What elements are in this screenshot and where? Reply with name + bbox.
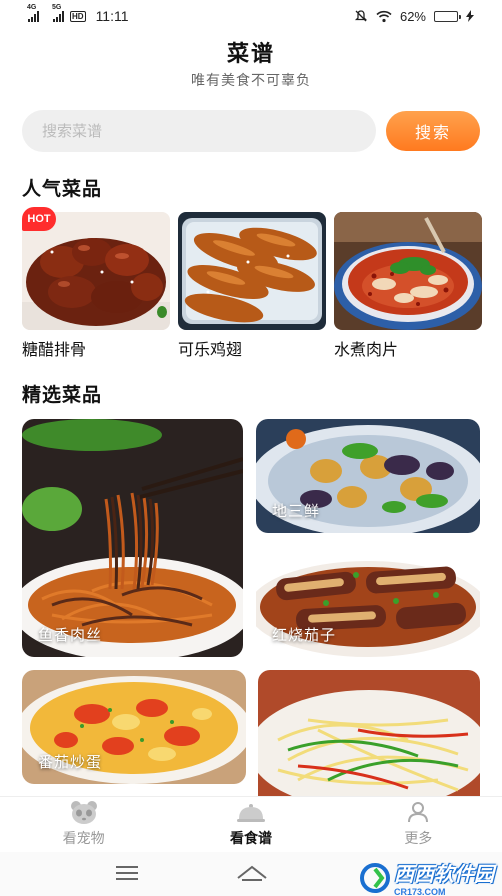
nav-label: 看宠物: [62, 830, 105, 846]
dish-image: [178, 212, 326, 330]
search-button[interactable]: 搜索: [386, 111, 480, 151]
featured-card-tomato-egg[interactable]: 番茄炒蛋: [22, 670, 246, 784]
dish-image: [334, 212, 482, 330]
nav-tab-pets[interactable]: 看宠物: [0, 797, 167, 852]
nav-label: 更多: [404, 830, 433, 846]
user-icon: [406, 798, 430, 824]
signal-icon: 4G: [27, 4, 39, 22]
watermark: 西西软件园 CR173.COM: [360, 858, 494, 896]
nav-label: 看食谱: [229, 830, 272, 846]
charging-icon: [466, 10, 474, 22]
dish-image: [22, 419, 243, 657]
popular-card-sweet-sour-ribs[interactable]: 糖醋排骨: [22, 212, 170, 360]
dish-name: 可乐鸡翅: [178, 342, 243, 359]
featured-card-braised-eggplant[interactable]: 红烧茄子: [256, 545, 480, 657]
dish-name: 番茄炒蛋: [38, 754, 103, 771]
watermark-logo-icon: [360, 862, 390, 893]
wifi-icon: [376, 10, 392, 22]
featured-card-potato-shreds[interactable]: [258, 670, 480, 796]
featured-card-yuxiang-pork[interactable]: 鱼香肉丝: [22, 419, 243, 657]
panda-icon: [69, 798, 99, 824]
battery-icon: [434, 10, 461, 22]
dish-name: 鱼香肉丝: [38, 627, 103, 644]
cloche-icon: [236, 798, 266, 824]
dish-name: 红烧茄子: [272, 627, 337, 644]
page-subtitle: 唯有美食不可辜负: [191, 72, 311, 88]
search-input[interactable]: [22, 110, 376, 152]
nav-tab-more[interactable]: 更多: [335, 797, 502, 852]
status-right: 62%: [354, 9, 474, 24]
dish-name: 水煮肉片: [334, 342, 399, 359]
hd-badge: HD: [70, 10, 86, 22]
status-left: 4G 5G HD 11:11: [27, 4, 129, 24]
battery-percent: 62%: [399, 8, 426, 24]
popular-section-title: 人气菜品: [22, 179, 103, 200]
dish-name: 糖醋排骨: [22, 342, 87, 359]
featured-section-title: 精选菜品: [22, 385, 103, 406]
status-time: 11:11: [95, 8, 129, 24]
dish-name: 地三鲜: [272, 503, 321, 520]
signal-icon-2: 5G: [52, 4, 64, 22]
nav-tab-recipes[interactable]: 看食谱: [167, 797, 334, 852]
popular-card-boiled-pork[interactable]: 水煮肉片: [334, 212, 482, 360]
status-bar: 4G 5G HD 11:11 62%: [0, 0, 502, 32]
page-title: 菜谱: [226, 41, 275, 66]
bottom-nav: 看宠物 看食谱 更多: [0, 796, 502, 852]
watermark-brand: 西西软件园: [394, 864, 494, 886]
menu-icon[interactable]: [114, 864, 140, 882]
popular-card-cola-wings[interactable]: 可乐鸡翅: [178, 212, 326, 360]
hot-badge: HOT: [22, 207, 56, 231]
featured-card-di-san-xian[interactable]: 地三鲜: [256, 419, 480, 533]
watermark-url: CR173.COM: [394, 887, 446, 896]
home-icon[interactable]: [236, 864, 268, 882]
mute-icon: [354, 10, 368, 22]
dish-image: [258, 670, 480, 796]
